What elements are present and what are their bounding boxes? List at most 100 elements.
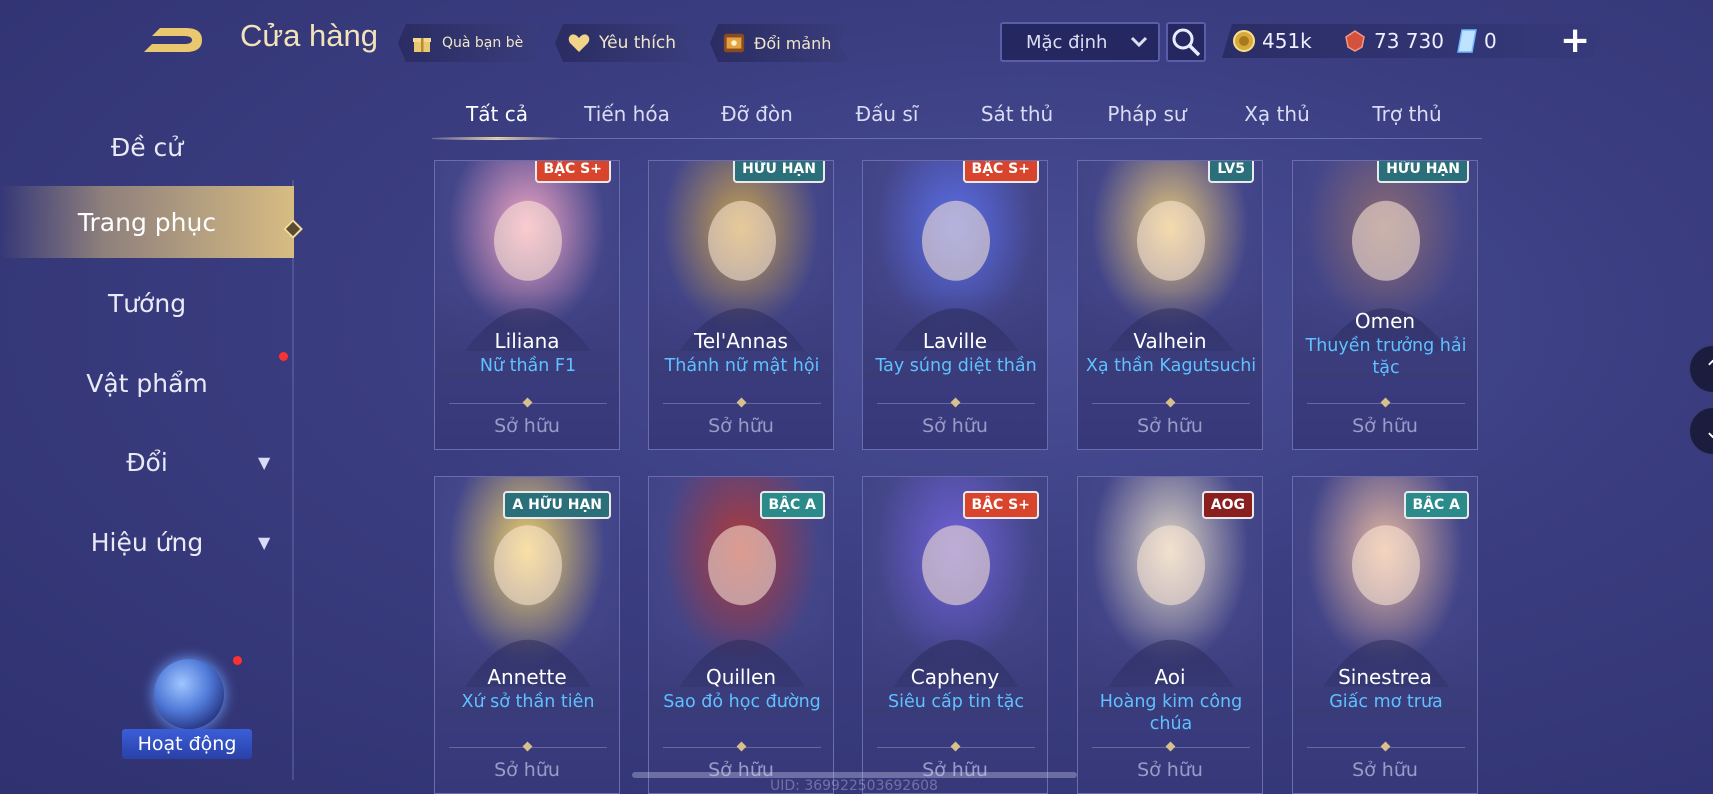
tier-badge: BẬC S+	[534, 161, 611, 183]
divider	[449, 403, 607, 404]
tab-support[interactable]: Trợ thủ	[1342, 96, 1472, 140]
ownership-status: Sở hữu	[494, 415, 560, 437]
tab-mage[interactable]: Pháp sư	[1082, 96, 1212, 140]
voucher-icon	[1457, 29, 1477, 53]
tier-badge: BẬC A	[759, 491, 825, 519]
tab-assassin[interactable]: Sát thủ	[952, 96, 1082, 140]
sidebar-item-label: Vật phẩm	[86, 368, 208, 398]
skin-name: Sao đỏ học đường	[663, 692, 821, 712]
chevron-down-icon	[1130, 32, 1148, 53]
sidebar-item-effects[interactable]: Hiệu ứng ▼	[0, 506, 294, 578]
scroll-up-button[interactable]: ⌃	[1688, 344, 1713, 394]
skin-name: Xạ thần Kagutsuchi	[1085, 356, 1257, 376]
skin-name: Tay súng diệt thần	[875, 356, 1037, 376]
skin-card[interactable]: HỮU HẠN Tel'Annas Thánh nữ mật hội Sở hữu	[648, 160, 834, 450]
back-button[interactable]	[138, 22, 208, 58]
sidebar-item-items[interactable]: Vật phẩm	[0, 347, 294, 419]
divider	[1307, 403, 1465, 404]
notification-dot	[233, 656, 242, 665]
tier-badge: HỮU HẠN	[1377, 161, 1469, 183]
page-title: Cửa hàng	[240, 18, 378, 53]
friend-gift-button[interactable]: Quà bạn bè	[398, 24, 541, 62]
user-id: UID: 369922503692608	[770, 778, 938, 794]
favorite-button[interactable]: Yêu thích	[555, 24, 694, 62]
voucher-currency: 0	[1456, 24, 1497, 58]
divider	[877, 403, 1035, 404]
tier-badge: BẬC A	[1403, 491, 1469, 519]
activity-label: Hoạt động	[122, 729, 252, 759]
skin-card[interactable]: BẬC S+ Laville Tay súng diệt thần Sở hữu	[862, 160, 1048, 450]
tier-badge: BẬC S+	[962, 491, 1039, 519]
hero-name: Annette	[487, 665, 567, 689]
favorite-label: Yêu thích	[599, 33, 677, 53]
skin-card[interactable]: AOG Aoi Hoàng kim công chúa Sở hữu	[1077, 476, 1263, 794]
sort-dropdown[interactable]: Mặc định	[1000, 22, 1160, 62]
sidebar-item-exchange[interactable]: Đổi ▼	[0, 426, 294, 498]
sidebar-item-heroes[interactable]: Tướng	[0, 267, 294, 339]
search-icon	[1172, 28, 1201, 57]
tier-badge: BẬC S+	[962, 161, 1039, 183]
tier-badge: LV5	[1208, 161, 1254, 183]
divider	[449, 747, 607, 748]
chevron-down-icon: ▼	[258, 532, 271, 552]
exchange-fragment-label: Đổi mảnh	[754, 33, 832, 53]
sidebar-item-label: Trang phục	[77, 207, 217, 237]
gold-value: 451k	[1262, 29, 1312, 53]
divider	[1307, 747, 1465, 748]
skin-name: Nữ thần F1	[479, 356, 577, 376]
tab-tank[interactable]: Đỡ đòn	[692, 96, 822, 140]
skin-card[interactable]: LV5 Valhein Xạ thần Kagutsuchi Sở hữu	[1077, 160, 1263, 450]
skin-name: Thuyền trưởng hải tặc	[1305, 336, 1467, 378]
hero-name: Liliana	[494, 329, 560, 353]
gold-currency: 451k	[1232, 24, 1312, 58]
divider	[663, 747, 821, 748]
sidebar-item-label: Hiệu ứng	[90, 527, 204, 557]
tab-underline	[432, 138, 1482, 139]
hero-name: Aoi	[1154, 665, 1186, 689]
tier-badge: HỮU HẠN	[733, 161, 825, 183]
activity-button[interactable]: Hoạt động	[122, 655, 252, 760]
ownership-status: Sở hữu	[1137, 759, 1203, 781]
gift-icon	[410, 31, 434, 55]
red-gem-icon	[1345, 30, 1365, 52]
hero-name: Laville	[922, 329, 988, 353]
divider	[1092, 747, 1250, 748]
skin-card[interactable]: BẬC S+ Liliana Nữ thần F1 Sở hữu	[434, 160, 620, 450]
skin-card[interactable]: BẬC A Sinestrea Giấc mơ trưa Sở hữu	[1292, 476, 1478, 794]
heart-icon	[567, 31, 591, 55]
tab-marksman[interactable]: Xạ thủ	[1212, 96, 1342, 140]
notification-dot	[279, 352, 288, 361]
skin-card[interactable]: A HỮU HẠN Annette Xứ sở thần tiên Sở hữu	[434, 476, 620, 794]
sidebar-item-label: Đổi	[126, 447, 168, 477]
sidebar-item-recommended[interactable]: Đề cử	[0, 111, 294, 183]
gold-coin-icon	[1233, 30, 1255, 52]
skin-name: Giấc mơ trưa	[1329, 692, 1443, 712]
ownership-status: Sở hữu	[922, 415, 988, 437]
tab-all[interactable]: Tất cả	[432, 96, 562, 140]
skin-name: Xứ sở thần tiên	[461, 692, 595, 712]
tab-fighter[interactable]: Đấu sĩ	[822, 96, 952, 140]
add-currency-button[interactable]: +	[1560, 20, 1590, 61]
voucher-value: 0	[1484, 29, 1497, 53]
sidebar-item-label: Tướng	[107, 288, 187, 318]
divider	[1092, 403, 1250, 404]
ownership-status: Sở hữu	[1352, 415, 1418, 437]
sidebar-item-label: Đề cử	[110, 132, 184, 162]
tier-badge: AOG	[1201, 491, 1254, 519]
scroll-down-button[interactable]: ⌄	[1688, 406, 1713, 456]
search-button[interactable]	[1166, 22, 1206, 62]
exchange-fragment-button[interactable]: Đổi mảnh	[710, 24, 849, 62]
skin-card[interactable]: BẬC S+ Capheny Siêu cấp tin tặc Sở hữu	[862, 476, 1048, 794]
hero-name: Tel'Annas	[694, 329, 788, 353]
chevron-up-icon: ⌃	[1704, 357, 1713, 382]
category-tabs: Tất cả Tiến hóa Đỡ đòn Đấu sĩ Sát thủ Ph…	[432, 96, 1482, 140]
tier-badge: A HỮU HẠN	[503, 491, 611, 519]
divider	[877, 747, 1035, 748]
ownership-status: Sở hữu	[1137, 415, 1203, 437]
tab-evolution[interactable]: Tiến hóa	[562, 96, 692, 140]
skin-card[interactable]: HỮU HẠN Omen Thuyền trưởng hải tặc Sở hữu	[1292, 160, 1478, 450]
fragment-chest-icon	[722, 31, 746, 55]
sidebar-item-costumes[interactable]: Trang phục	[0, 186, 294, 258]
skin-name: Thánh nữ mật hội	[664, 356, 820, 376]
skin-card[interactable]: BẬC A Quillen Sao đỏ học đường Sở hữu	[648, 476, 834, 794]
